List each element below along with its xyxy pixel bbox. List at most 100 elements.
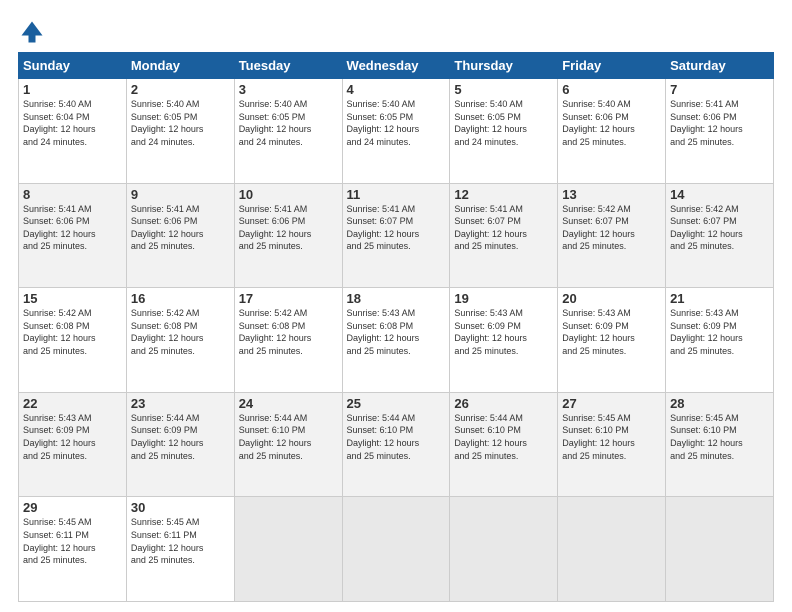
logo-icon — [18, 18, 46, 46]
calendar-cell — [450, 497, 558, 602]
day-number: 18 — [347, 291, 446, 306]
day-info: Sunrise: 5:41 AMSunset: 6:06 PMDaylight:… — [670, 98, 769, 148]
calendar-cell: 29Sunrise: 5:45 AMSunset: 6:11 PMDayligh… — [19, 497, 127, 602]
calendar-cell: 27Sunrise: 5:45 AMSunset: 6:10 PMDayligh… — [558, 392, 666, 497]
calendar-cell: 18Sunrise: 5:43 AMSunset: 6:08 PMDayligh… — [342, 288, 450, 393]
day-info: Sunrise: 5:41 AMSunset: 6:06 PMDaylight:… — [23, 203, 122, 253]
day-number: 2 — [131, 82, 230, 97]
day-info: Sunrise: 5:45 AMSunset: 6:11 PMDaylight:… — [131, 516, 230, 566]
calendar-cell: 24Sunrise: 5:44 AMSunset: 6:10 PMDayligh… — [234, 392, 342, 497]
day-number: 13 — [562, 187, 661, 202]
day-number: 3 — [239, 82, 338, 97]
day-info: Sunrise: 5:44 AMSunset: 6:10 PMDaylight:… — [239, 412, 338, 462]
calendar-cell: 22Sunrise: 5:43 AMSunset: 6:09 PMDayligh… — [19, 392, 127, 497]
day-of-week-header: Tuesday — [234, 53, 342, 79]
calendar-cell — [666, 497, 774, 602]
day-number: 29 — [23, 500, 122, 515]
day-info: Sunrise: 5:42 AMSunset: 6:08 PMDaylight:… — [239, 307, 338, 357]
day-number: 7 — [670, 82, 769, 97]
calendar-cell: 16Sunrise: 5:42 AMSunset: 6:08 PMDayligh… — [126, 288, 234, 393]
day-info: Sunrise: 5:42 AMSunset: 6:07 PMDaylight:… — [670, 203, 769, 253]
day-number: 25 — [347, 396, 446, 411]
day-info: Sunrise: 5:43 AMSunset: 6:09 PMDaylight:… — [562, 307, 661, 357]
calendar-cell: 8Sunrise: 5:41 AMSunset: 6:06 PMDaylight… — [19, 183, 127, 288]
day-number: 27 — [562, 396, 661, 411]
calendar-cell: 20Sunrise: 5:43 AMSunset: 6:09 PMDayligh… — [558, 288, 666, 393]
day-number: 9 — [131, 187, 230, 202]
day-info: Sunrise: 5:41 AMSunset: 6:07 PMDaylight:… — [454, 203, 553, 253]
day-of-week-header: Monday — [126, 53, 234, 79]
day-info: Sunrise: 5:43 AMSunset: 6:09 PMDaylight:… — [23, 412, 122, 462]
day-info: Sunrise: 5:42 AMSunset: 6:08 PMDaylight:… — [23, 307, 122, 357]
day-number: 14 — [670, 187, 769, 202]
day-number: 22 — [23, 396, 122, 411]
calendar-cell: 30Sunrise: 5:45 AMSunset: 6:11 PMDayligh… — [126, 497, 234, 602]
page: SundayMondayTuesdayWednesdayThursdayFrid… — [0, 0, 792, 612]
day-info: Sunrise: 5:44 AMSunset: 6:10 PMDaylight:… — [454, 412, 553, 462]
calendar-cell: 15Sunrise: 5:42 AMSunset: 6:08 PMDayligh… — [19, 288, 127, 393]
day-number: 1 — [23, 82, 122, 97]
calendar-cell: 28Sunrise: 5:45 AMSunset: 6:10 PMDayligh… — [666, 392, 774, 497]
calendar-cell: 13Sunrise: 5:42 AMSunset: 6:07 PMDayligh… — [558, 183, 666, 288]
calendar-cell: 3Sunrise: 5:40 AMSunset: 6:05 PMDaylight… — [234, 79, 342, 184]
day-number: 24 — [239, 396, 338, 411]
day-info: Sunrise: 5:45 AMSunset: 6:10 PMDaylight:… — [670, 412, 769, 462]
calendar-cell: 10Sunrise: 5:41 AMSunset: 6:06 PMDayligh… — [234, 183, 342, 288]
day-number: 20 — [562, 291, 661, 306]
calendar-cell: 6Sunrise: 5:40 AMSunset: 6:06 PMDaylight… — [558, 79, 666, 184]
day-number: 5 — [454, 82, 553, 97]
calendar-cell: 7Sunrise: 5:41 AMSunset: 6:06 PMDaylight… — [666, 79, 774, 184]
day-number: 30 — [131, 500, 230, 515]
calendar-cell: 17Sunrise: 5:42 AMSunset: 6:08 PMDayligh… — [234, 288, 342, 393]
day-info: Sunrise: 5:41 AMSunset: 6:06 PMDaylight:… — [239, 203, 338, 253]
calendar-week-row: 1Sunrise: 5:40 AMSunset: 6:04 PMDaylight… — [19, 79, 774, 184]
day-info: Sunrise: 5:40 AMSunset: 6:04 PMDaylight:… — [23, 98, 122, 148]
day-info: Sunrise: 5:42 AMSunset: 6:08 PMDaylight:… — [131, 307, 230, 357]
day-number: 4 — [347, 82, 446, 97]
day-number: 16 — [131, 291, 230, 306]
day-number: 21 — [670, 291, 769, 306]
day-info: Sunrise: 5:40 AMSunset: 6:05 PMDaylight:… — [239, 98, 338, 148]
header-row: SundayMondayTuesdayWednesdayThursdayFrid… — [19, 53, 774, 79]
calendar-cell — [558, 497, 666, 602]
day-info: Sunrise: 5:43 AMSunset: 6:09 PMDaylight:… — [454, 307, 553, 357]
calendar-cell: 1Sunrise: 5:40 AMSunset: 6:04 PMDaylight… — [19, 79, 127, 184]
calendar-cell: 19Sunrise: 5:43 AMSunset: 6:09 PMDayligh… — [450, 288, 558, 393]
logo — [18, 18, 50, 46]
calendar-cell: 2Sunrise: 5:40 AMSunset: 6:05 PMDaylight… — [126, 79, 234, 184]
calendar-week-row: 8Sunrise: 5:41 AMSunset: 6:06 PMDaylight… — [19, 183, 774, 288]
calendar-cell — [234, 497, 342, 602]
calendar-cell: 4Sunrise: 5:40 AMSunset: 6:05 PMDaylight… — [342, 79, 450, 184]
day-info: Sunrise: 5:44 AMSunset: 6:10 PMDaylight:… — [347, 412, 446, 462]
day-number: 15 — [23, 291, 122, 306]
calendar-cell: 21Sunrise: 5:43 AMSunset: 6:09 PMDayligh… — [666, 288, 774, 393]
calendar: SundayMondayTuesdayWednesdayThursdayFrid… — [18, 52, 774, 602]
day-number: 8 — [23, 187, 122, 202]
day-number: 23 — [131, 396, 230, 411]
day-of-week-header: Friday — [558, 53, 666, 79]
header — [18, 18, 774, 46]
day-info: Sunrise: 5:40 AMSunset: 6:05 PMDaylight:… — [347, 98, 446, 148]
day-number: 28 — [670, 396, 769, 411]
day-info: Sunrise: 5:43 AMSunset: 6:09 PMDaylight:… — [670, 307, 769, 357]
day-number: 19 — [454, 291, 553, 306]
calendar-cell: 12Sunrise: 5:41 AMSunset: 6:07 PMDayligh… — [450, 183, 558, 288]
day-number: 26 — [454, 396, 553, 411]
day-of-week-header: Wednesday — [342, 53, 450, 79]
day-of-week-header: Saturday — [666, 53, 774, 79]
day-info: Sunrise: 5:41 AMSunset: 6:07 PMDaylight:… — [347, 203, 446, 253]
day-number: 11 — [347, 187, 446, 202]
calendar-cell: 14Sunrise: 5:42 AMSunset: 6:07 PMDayligh… — [666, 183, 774, 288]
day-info: Sunrise: 5:41 AMSunset: 6:06 PMDaylight:… — [131, 203, 230, 253]
day-info: Sunrise: 5:40 AMSunset: 6:05 PMDaylight:… — [131, 98, 230, 148]
day-info: Sunrise: 5:42 AMSunset: 6:07 PMDaylight:… — [562, 203, 661, 253]
day-info: Sunrise: 5:40 AMSunset: 6:05 PMDaylight:… — [454, 98, 553, 148]
calendar-cell: 26Sunrise: 5:44 AMSunset: 6:10 PMDayligh… — [450, 392, 558, 497]
day-number: 17 — [239, 291, 338, 306]
calendar-week-row: 15Sunrise: 5:42 AMSunset: 6:08 PMDayligh… — [19, 288, 774, 393]
day-info: Sunrise: 5:45 AMSunset: 6:11 PMDaylight:… — [23, 516, 122, 566]
calendar-cell: 11Sunrise: 5:41 AMSunset: 6:07 PMDayligh… — [342, 183, 450, 288]
calendar-week-row: 29Sunrise: 5:45 AMSunset: 6:11 PMDayligh… — [19, 497, 774, 602]
calendar-cell: 23Sunrise: 5:44 AMSunset: 6:09 PMDayligh… — [126, 392, 234, 497]
calendar-week-row: 22Sunrise: 5:43 AMSunset: 6:09 PMDayligh… — [19, 392, 774, 497]
